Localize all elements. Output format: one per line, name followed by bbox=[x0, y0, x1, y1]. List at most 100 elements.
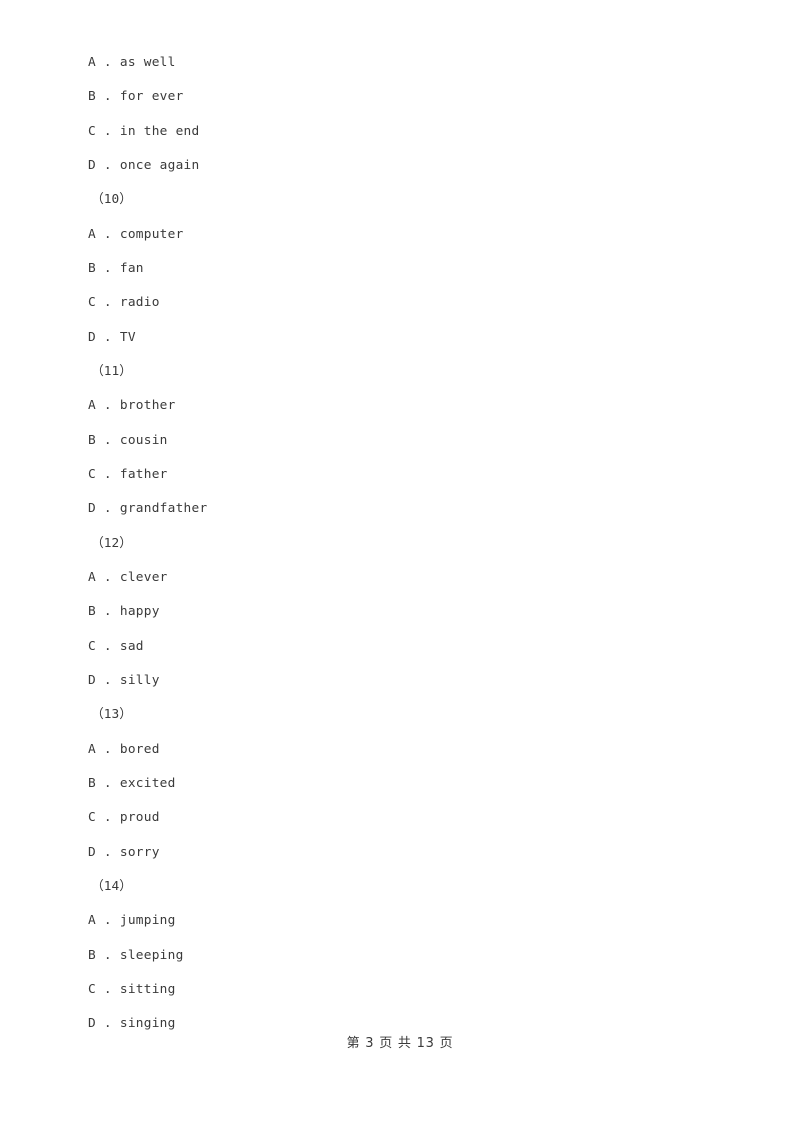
option-row[interactable]: B . for ever bbox=[88, 80, 708, 114]
option-row[interactable]: C . sitting bbox=[88, 973, 708, 1007]
option-text: excited bbox=[119, 775, 176, 791]
option-text: for ever bbox=[119, 89, 184, 105]
option-separator: . bbox=[95, 981, 120, 997]
option-separator: . bbox=[95, 55, 120, 70]
option-letter: B bbox=[88, 260, 96, 276]
question-number: （10） bbox=[91, 192, 133, 208]
option-text: sleeping bbox=[119, 947, 184, 963]
option-text: sitting bbox=[119, 981, 176, 997]
option-letter: A bbox=[88, 398, 96, 414]
option-text: in the end bbox=[119, 123, 200, 139]
question-number: （13） bbox=[91, 707, 133, 723]
option-row[interactable]: B . happy bbox=[88, 595, 708, 629]
option-row[interactable]: A . bored bbox=[88, 733, 708, 767]
option-separator: . bbox=[95, 226, 120, 242]
option-text: grandfather bbox=[119, 501, 208, 517]
option-letter: A bbox=[88, 569, 96, 585]
option-letter: C bbox=[88, 295, 96, 311]
option-row[interactable]: D . grandfather bbox=[88, 492, 708, 526]
option-row[interactable]: D . sorry bbox=[88, 836, 708, 870]
option-separator: . bbox=[95, 157, 120, 173]
option-row[interactable]: C . in the end bbox=[88, 115, 708, 149]
option-separator: . bbox=[95, 638, 120, 654]
option-row[interactable]: C . proud bbox=[88, 801, 708, 835]
option-letter: B bbox=[88, 775, 96, 791]
option-text: silly bbox=[119, 672, 160, 688]
option-letter: A bbox=[88, 741, 96, 757]
option-letter: B bbox=[88, 604, 96, 620]
option-text: radio bbox=[119, 295, 160, 311]
option-separator: . bbox=[95, 260, 120, 276]
option-separator: . bbox=[95, 501, 120, 517]
page-footer: 第 3 页 共 13 页 bbox=[346, 1036, 454, 1051]
option-row[interactable]: B . cousin bbox=[88, 424, 708, 458]
option-text: computer bbox=[119, 226, 184, 242]
option-text: proud bbox=[119, 810, 160, 826]
option-separator: . bbox=[95, 123, 120, 139]
option-separator: . bbox=[95, 741, 120, 757]
option-row[interactable]: B . sleeping bbox=[88, 939, 708, 973]
question-number: （14） bbox=[91, 878, 133, 894]
option-row[interactable]: C . sad bbox=[88, 630, 708, 664]
option-letter: D bbox=[88, 501, 96, 517]
option-separator: . bbox=[95, 569, 120, 585]
option-text: happy bbox=[119, 604, 160, 620]
option-letter: C bbox=[88, 981, 96, 997]
option-letter: B bbox=[88, 947, 96, 963]
option-separator: . bbox=[95, 672, 120, 688]
option-row[interactable]: C . radio bbox=[88, 286, 708, 320]
option-text: as well bbox=[119, 55, 176, 70]
option-row[interactable]: B . fan bbox=[88, 252, 708, 286]
option-letter: D bbox=[88, 672, 96, 688]
document-page: A . as well B . for ever C . in the end … bbox=[0, 0, 800, 1132]
option-separator: . bbox=[95, 844, 120, 860]
option-row[interactable]: A . jumping bbox=[88, 904, 708, 938]
option-letter: D bbox=[88, 1016, 96, 1032]
question-block: A . jumping B . sleeping C . sitting D .… bbox=[88, 904, 708, 1041]
option-row[interactable]: A . clever bbox=[88, 561, 708, 595]
option-row[interactable]: D . TV bbox=[88, 321, 708, 355]
question-number: （12） bbox=[91, 535, 133, 551]
option-separator: . bbox=[95, 295, 120, 311]
option-separator: . bbox=[95, 913, 120, 929]
option-text: once again bbox=[119, 157, 200, 173]
option-row[interactable]: A . brother bbox=[88, 389, 708, 423]
option-text: bored bbox=[119, 741, 160, 757]
option-row[interactable]: D . silly bbox=[88, 664, 708, 698]
question-block: A . computer B . fan C . radio D . TV （1… bbox=[88, 218, 708, 390]
option-text: brother bbox=[119, 398, 176, 414]
option-letter: A bbox=[88, 226, 96, 242]
question-options-container: A . as well B . for ever C . in the end … bbox=[88, 46, 708, 1042]
option-letter: A bbox=[88, 55, 96, 70]
option-text: fan bbox=[119, 260, 144, 276]
question-block: A . clever B . happy C . sad D . silly （… bbox=[88, 561, 708, 733]
question-number: （11） bbox=[91, 363, 133, 379]
option-separator: . bbox=[95, 1016, 120, 1032]
option-text: clever bbox=[119, 569, 168, 585]
option-row[interactable]: B . excited bbox=[88, 767, 708, 801]
option-letter: B bbox=[88, 432, 96, 448]
option-separator: . bbox=[95, 604, 120, 620]
option-separator: . bbox=[95, 466, 120, 482]
option-separator: . bbox=[95, 432, 120, 448]
option-letter: D bbox=[88, 157, 96, 173]
option-letter: A bbox=[88, 913, 96, 929]
option-text: father bbox=[119, 466, 168, 482]
option-letter: B bbox=[88, 89, 96, 105]
option-text: singing bbox=[119, 1016, 176, 1032]
option-row[interactable]: A . computer bbox=[88, 218, 708, 252]
option-text: sad bbox=[119, 638, 144, 654]
option-separator: . bbox=[95, 775, 120, 791]
option-row[interactable]: D . once again bbox=[88, 149, 708, 183]
question-block: A . brother B . cousin C . father D . gr… bbox=[88, 389, 708, 561]
option-text: cousin bbox=[119, 432, 168, 448]
option-letter: C bbox=[88, 638, 96, 654]
option-letter: C bbox=[88, 810, 96, 826]
option-separator: . bbox=[95, 89, 120, 105]
option-row[interactable]: A . as well bbox=[88, 46, 708, 80]
option-separator: . bbox=[95, 947, 120, 963]
option-row[interactable]: C . father bbox=[88, 458, 708, 492]
option-text: jumping bbox=[119, 913, 176, 929]
question-block: A . bored B . excited C . proud D . sorr… bbox=[88, 733, 708, 905]
option-letter: C bbox=[88, 466, 96, 482]
